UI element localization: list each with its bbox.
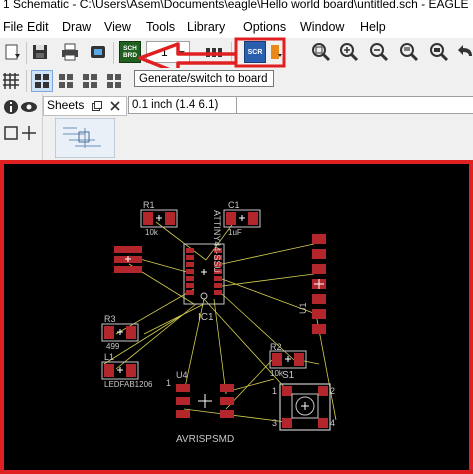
menu-file[interactable]: File xyxy=(3,20,23,34)
undock-icon[interactable] xyxy=(92,101,102,111)
mark-icon[interactable] xyxy=(18,122,40,144)
l1-value: LEDFAB1206 xyxy=(104,380,153,389)
u4-name: U4 xyxy=(176,370,188,380)
r1-footprint: R1 10k xyxy=(140,200,178,237)
u4-value: AVRISPSMD xyxy=(176,434,234,445)
ic1-footprint: ATTINY44-SSU IC1 xyxy=(183,210,225,323)
layout-option-icon[interactable] xyxy=(79,70,101,92)
show-icon[interactable] xyxy=(18,96,40,118)
s1-pin2: 2 xyxy=(330,386,335,396)
layout-option-icon[interactable] xyxy=(31,70,53,92)
s1-footprint: S1 1 2 3 4 xyxy=(272,370,335,431)
l1-footprint: L1 LEDFAB1206 xyxy=(101,352,153,389)
s1-name: S1 xyxy=(282,370,295,381)
sheets-panel: Sheets xyxy=(42,94,127,160)
u1-footprint: U1 xyxy=(298,234,326,334)
layout-option-icon[interactable] xyxy=(55,70,77,92)
board-canvas[interactable]: R1 10k C1 1uF ATTINY44-SSU IC1 U1 R3 499… xyxy=(0,160,473,474)
tooltip: Generate/switch to board xyxy=(134,70,274,87)
window-title: 1 Schematic - C:\Users\Asem\Documents\ea… xyxy=(3,0,469,11)
s1-pin3: 3 xyxy=(272,418,277,428)
c1-name: C1 xyxy=(228,200,240,210)
l1-name: L1 xyxy=(104,352,114,362)
r3-footprint: R3 499 xyxy=(101,314,139,351)
grid-icon[interactable] xyxy=(0,70,22,92)
coordinate-display: 0.1 inch (1.4 6.1) xyxy=(128,96,237,114)
u4-footprint: U4 1 AVRISPSMD xyxy=(166,370,234,445)
ic1-value: ATTINY44-SSU xyxy=(212,210,222,273)
menu-window[interactable]: Window xyxy=(300,20,344,34)
menu-options[interactable]: Options xyxy=(243,20,286,34)
r2-name: R2 xyxy=(270,342,282,352)
highlight-box xyxy=(234,37,286,68)
menu-help[interactable]: Help xyxy=(360,20,386,34)
r3-value: 499 xyxy=(106,342,120,351)
toolbar-separator xyxy=(26,70,27,92)
menu-tools[interactable]: Tools xyxy=(146,20,175,34)
close-icon[interactable] xyxy=(110,101,120,111)
r3-name: R3 xyxy=(104,314,116,324)
c1-footprint: C1 1uF xyxy=(223,200,261,237)
menu-view[interactable]: View xyxy=(104,20,131,34)
left-tool-panel xyxy=(0,94,40,160)
c1-value: 1uF xyxy=(228,228,242,237)
sheets-panel-header: Sheets xyxy=(43,96,127,116)
command-line-input[interactable] xyxy=(236,96,473,114)
menu-library[interactable]: Library xyxy=(187,20,225,34)
menu-bar: File Edit Draw View Tools Library Option… xyxy=(0,16,473,38)
layout-option-icon[interactable] xyxy=(103,70,125,92)
menu-draw[interactable]: Draw xyxy=(62,20,91,34)
r1-name: R1 xyxy=(143,200,155,210)
sheets-panel-title: Sheets xyxy=(47,98,85,112)
menu-edit[interactable]: Edit xyxy=(27,20,49,34)
u1-name: U1 xyxy=(298,302,308,314)
sheet-thumbnail[interactable] xyxy=(55,118,115,158)
u4-pin1: 1 xyxy=(166,378,171,388)
title-bar: 1 Schematic - C:\Users\Asem\Documents\ea… xyxy=(0,0,473,16)
r1-value: 10k xyxy=(145,228,159,237)
ic1-name: IC1 xyxy=(198,312,214,323)
s1-pin1: 1 xyxy=(272,386,277,396)
s1-pin4: 4 xyxy=(330,418,335,428)
left-connector-footprint xyxy=(114,246,142,273)
